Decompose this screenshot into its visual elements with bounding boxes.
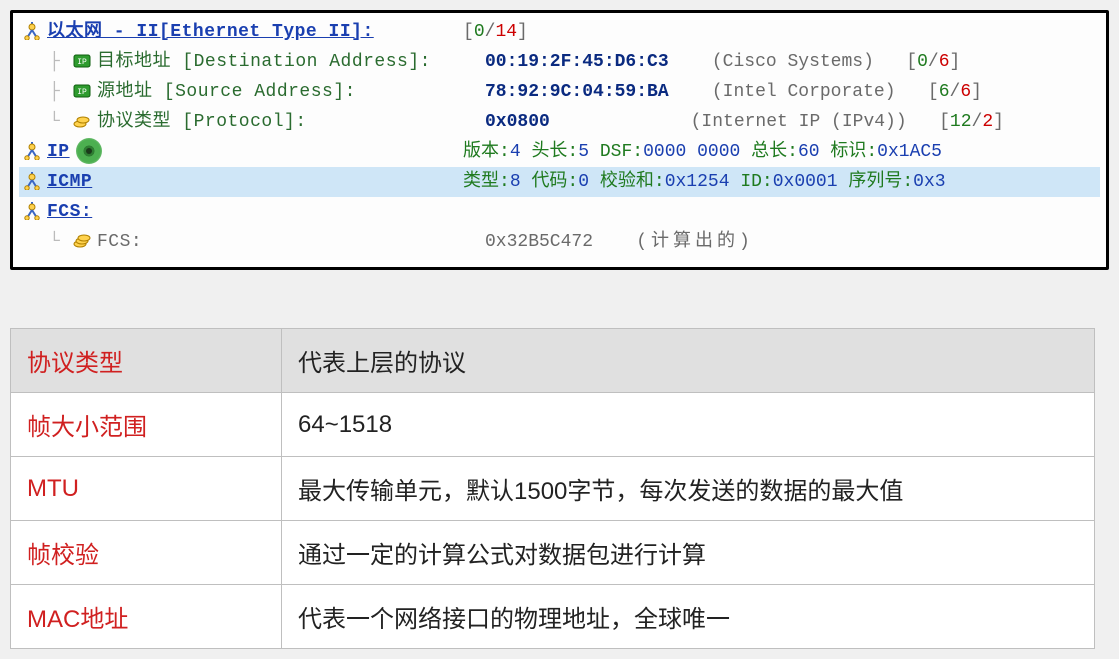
field-chip-icon: IP <box>71 47 93 78</box>
highlight-marker-icon <box>76 138 102 164</box>
field-chip-icon: IP <box>71 77 93 108</box>
table-key: 帧校验 <box>11 521 282 585</box>
fcs-value: 0x32B5C472 <box>485 232 593 252</box>
field-stack-icon <box>71 227 93 258</box>
table-header-value: 代表上层的协议 <box>282 329 1095 393</box>
tree-branch-icon <box>21 17 43 48</box>
table-key: 帧大小范围 <box>11 393 282 457</box>
field-stack-icon <box>71 107 93 138</box>
tree-node-dest-addr[interactable]: ├ IP 目标地址 [Destination Address]: 00:19:2… <box>19 47 1100 77</box>
tree-connector-icon: └ <box>49 227 71 258</box>
dest-addr-value: 00:19:2F:45:D6:C3 <box>485 52 669 72</box>
table-key: MAC地址 <box>11 585 282 649</box>
protocol-vendor: (Internet IP (IPv4)) <box>691 112 907 132</box>
src-addr-value: 78:92:9C:04:59:BA <box>485 82 669 102</box>
dest-addr-vendor: (Cisco Systems) <box>712 52 874 72</box>
ethernet-title[interactable]: 以太网 - II[Ethernet Type II]: <box>47 22 374 42</box>
tree-node-icmp[interactable]: ICMP 类型:8 代码:0 校验和:0x1254 ID:0x0001 序列号:… <box>19 167 1100 197</box>
table-row: MAC地址 代表一个网络接口的物理地址，全球唯一 <box>11 585 1095 649</box>
tree-branch-icon <box>21 197 43 228</box>
ip-title[interactable]: IP <box>47 142 70 162</box>
table-value: 64~1518 <box>282 393 1095 457</box>
icmp-title[interactable]: ICMP <box>47 172 92 192</box>
protocol-label: 协议类型 [Protocol]: <box>97 107 485 138</box>
tree-connector-icon: └ <box>49 107 71 138</box>
svg-text:IP: IP <box>77 58 87 67</box>
eth-count-b: 14 <box>495 22 517 42</box>
protocol-value: 0x0800 <box>485 112 550 132</box>
fcs-title[interactable]: FCS: <box>47 202 92 222</box>
tree-node-fcs-value[interactable]: └ FCS: 0x32B5C472 (计算出的) <box>19 227 1100 257</box>
table-value: 代表一个网络接口的物理地址，全球唯一 <box>282 585 1095 649</box>
table-value: 最大传输单元，默认1500字节，每次发送的数据的最大值 <box>282 457 1095 521</box>
fcs-label: FCS: <box>97 227 485 258</box>
tree-node-src-addr[interactable]: ├ IP 源地址 [Source Address]: 78:92:9C:04:5… <box>19 77 1100 107</box>
table-value: 通过一定的计算公式对数据包进行计算 <box>282 521 1095 585</box>
table-row: 帧校验 通过一定的计算公式对数据包进行计算 <box>11 521 1095 585</box>
svg-text:IP: IP <box>77 88 87 97</box>
tree-branch-icon <box>21 137 43 168</box>
packet-tree-panel: 以太网 - II[Ethernet Type II]: [0/14] ├ IP … <box>10 10 1109 270</box>
table-header-key: 协议类型 <box>11 329 282 393</box>
tree-connector-icon: ├ <box>49 77 71 108</box>
table-row: 帧大小范围 64~1518 <box>11 393 1095 457</box>
tree-branch-icon <box>21 167 43 198</box>
tree-node-protocol[interactable]: └ 协议类型 [Protocol]: 0x0800 (Internet IP (… <box>19 107 1100 137</box>
eth-count-a: 0 <box>474 22 485 42</box>
table-header-row: 协议类型 代表上层的协议 <box>11 329 1095 393</box>
src-addr-label: 源地址 [Source Address]: <box>97 77 485 108</box>
table-key: MTU <box>11 457 282 521</box>
tree-node-ethernet[interactable]: 以太网 - II[Ethernet Type II]: [0/14] <box>19 17 1100 47</box>
tree-node-ip[interactable]: IP 版本:4 头长:5 DSF:0000 0000 总长:60 标识:0x1A… <box>19 137 1100 167</box>
dest-addr-label: 目标地址 [Destination Address]: <box>97 47 485 78</box>
fcs-note: (计算出的) <box>636 232 754 252</box>
tree-node-fcs[interactable]: FCS: <box>19 197 1100 227</box>
src-addr-vendor: (Intel Corporate) <box>712 82 896 102</box>
tree-connector-icon: ├ <box>49 47 71 78</box>
table-row: MTU 最大传输单元，默认1500字节，每次发送的数据的最大值 <box>11 457 1095 521</box>
info-table: 协议类型 代表上层的协议 帧大小范围 64~1518 MTU 最大传输单元，默认… <box>10 328 1095 649</box>
